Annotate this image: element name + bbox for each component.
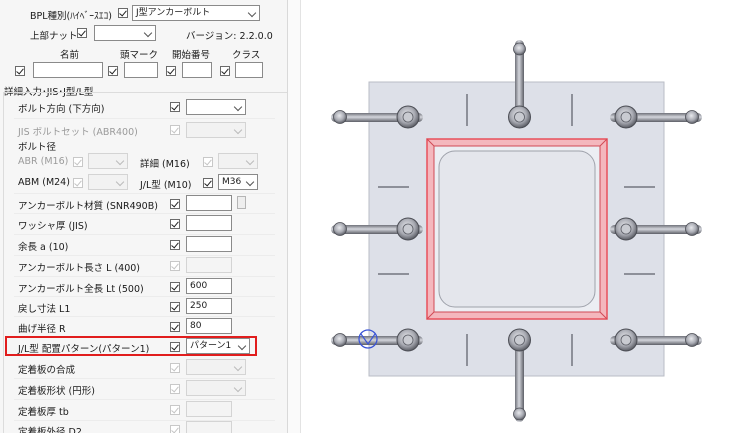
class-header: クラス <box>232 50 261 61</box>
bend-radius-checkbox[interactable] <box>170 322 180 332</box>
start-number-checkbox[interactable] <box>166 66 176 76</box>
plate-thickness-checkbox[interactable] <box>170 405 180 415</box>
class-input[interactable] <box>235 62 263 78</box>
abm-checkbox[interactable] <box>73 178 83 188</box>
bolt-direction-label: ボルト方向 (下方向) <box>18 104 105 115</box>
detail-label: 詳細 (M16) <box>140 159 190 170</box>
model-viewport[interactable] <box>301 0 730 433</box>
total-length-input[interactable]: 600 <box>186 278 232 294</box>
plate-shape-checkbox[interactable] <box>170 384 180 394</box>
top-nut-checkbox[interactable] <box>77 28 87 38</box>
bolt-direction-checkbox[interactable] <box>170 102 180 112</box>
total-length-checkbox[interactable] <box>170 282 180 292</box>
anchor-length-checkbox[interactable] <box>170 261 180 271</box>
total-length-label: アンカーボルト全長 Lt (500) <box>18 284 144 295</box>
column-section <box>426 138 608 320</box>
detail-checkbox[interactable] <box>203 157 213 167</box>
bpl-type-checkbox[interactable] <box>118 8 128 18</box>
plate-thickness-label: 定着板厚 tb <box>18 407 69 418</box>
material-label: アンカーボルト材質 (SNR490B) <box>18 201 158 212</box>
base-plate-drawing <box>331 40 702 422</box>
bend-radius-label: 曲げ半径 R <box>18 324 66 335</box>
material-checkbox[interactable] <box>170 199 180 209</box>
name-header: 名前 <box>60 50 80 61</box>
jis-bolt-set-label: JIS ボルトセット (ABR400) <box>18 127 138 138</box>
anchor-length-label: アンカーボルト長さ L (400) <box>18 263 140 274</box>
abm-label: ABM (M24) <box>18 177 70 188</box>
bolt-diameter-label: ボルト径 <box>18 142 57 153</box>
abr-select[interactable] <box>88 153 128 169</box>
jis-bolt-set-select[interactable] <box>186 122 246 138</box>
abr-label: ABR (M16) <box>18 156 69 167</box>
plate-composite-label: 定着板の合成 <box>18 365 76 376</box>
class-checkbox[interactable] <box>220 66 230 76</box>
extra-length-checkbox[interactable] <box>170 240 180 250</box>
return-length-checkbox[interactable] <box>170 302 180 312</box>
properties-panel: BPL種別(ﾊｲﾍﾞｰｽｴｺ) J型アンカーボルト 上部ナット バージョン: 2… <box>0 0 288 433</box>
abr-checkbox[interactable] <box>73 157 83 167</box>
return-length-label: 戻し寸法 L1 <box>18 304 71 315</box>
plate-diameter-label: 定着板外径 D2 <box>18 427 82 433</box>
plate-composite-select[interactable] <box>186 359 246 375</box>
pattern-highlight-box <box>5 336 257 356</box>
bend-radius-input[interactable]: 80 <box>186 318 232 334</box>
start-number-input[interactable] <box>182 62 212 78</box>
top-nut-label: 上部ナット <box>30 31 78 42</box>
top-nut-select[interactable] <box>94 25 156 41</box>
version-text: バージョン: 2.2.0.0 <box>186 31 273 42</box>
plate-thickness-input[interactable] <box>186 401 232 417</box>
plate-diameter-input[interactable] <box>186 421 232 433</box>
plate-shape-select[interactable] <box>186 380 246 396</box>
plate-shape-label: 定着板形状 (円形) <box>18 386 95 397</box>
jis-bolt-set-checkbox[interactable] <box>170 125 180 135</box>
material-browse-button[interactable] <box>237 196 246 209</box>
extra-length-label: 余長 a (10) <box>18 242 69 253</box>
head-mark-checkbox[interactable] <box>108 66 118 76</box>
material-input[interactable] <box>186 195 232 211</box>
name-input[interactable] <box>33 62 103 78</box>
washer-checkbox[interactable] <box>170 219 180 229</box>
head-mark-input[interactable] <box>124 62 158 78</box>
jl-diameter-select[interactable]: M36 <box>218 174 258 190</box>
bpl-type-select[interactable]: J型アンカーボルト <box>132 5 260 21</box>
panel-splitter[interactable] <box>288 0 301 433</box>
detail-select[interactable] <box>218 153 258 169</box>
head-mark-header: 頭マーク <box>120 50 159 61</box>
anchor-length-input[interactable] <box>186 257 232 273</box>
extra-length-input[interactable] <box>186 236 232 252</box>
abm-select[interactable] <box>88 174 128 190</box>
start-number-header: 開始番号 <box>172 50 211 61</box>
washer-input[interactable] <box>186 215 232 231</box>
plate-diameter-checkbox[interactable] <box>170 425 180 433</box>
bolt-direction-select[interactable] <box>186 99 246 115</box>
jl-diameter-checkbox[interactable] <box>203 178 213 188</box>
name-checkbox[interactable] <box>15 66 25 76</box>
bpl-type-label: BPL種別(ﾊｲﾍﾞｰｽｴｺ) <box>30 11 112 22</box>
jl-diameter-label: J/L型 (M10) <box>140 180 192 191</box>
plate-composite-checkbox[interactable] <box>170 363 180 373</box>
washer-label: ワッシャ厚 (JIS) <box>18 221 88 232</box>
return-length-input[interactable]: 250 <box>186 298 232 314</box>
